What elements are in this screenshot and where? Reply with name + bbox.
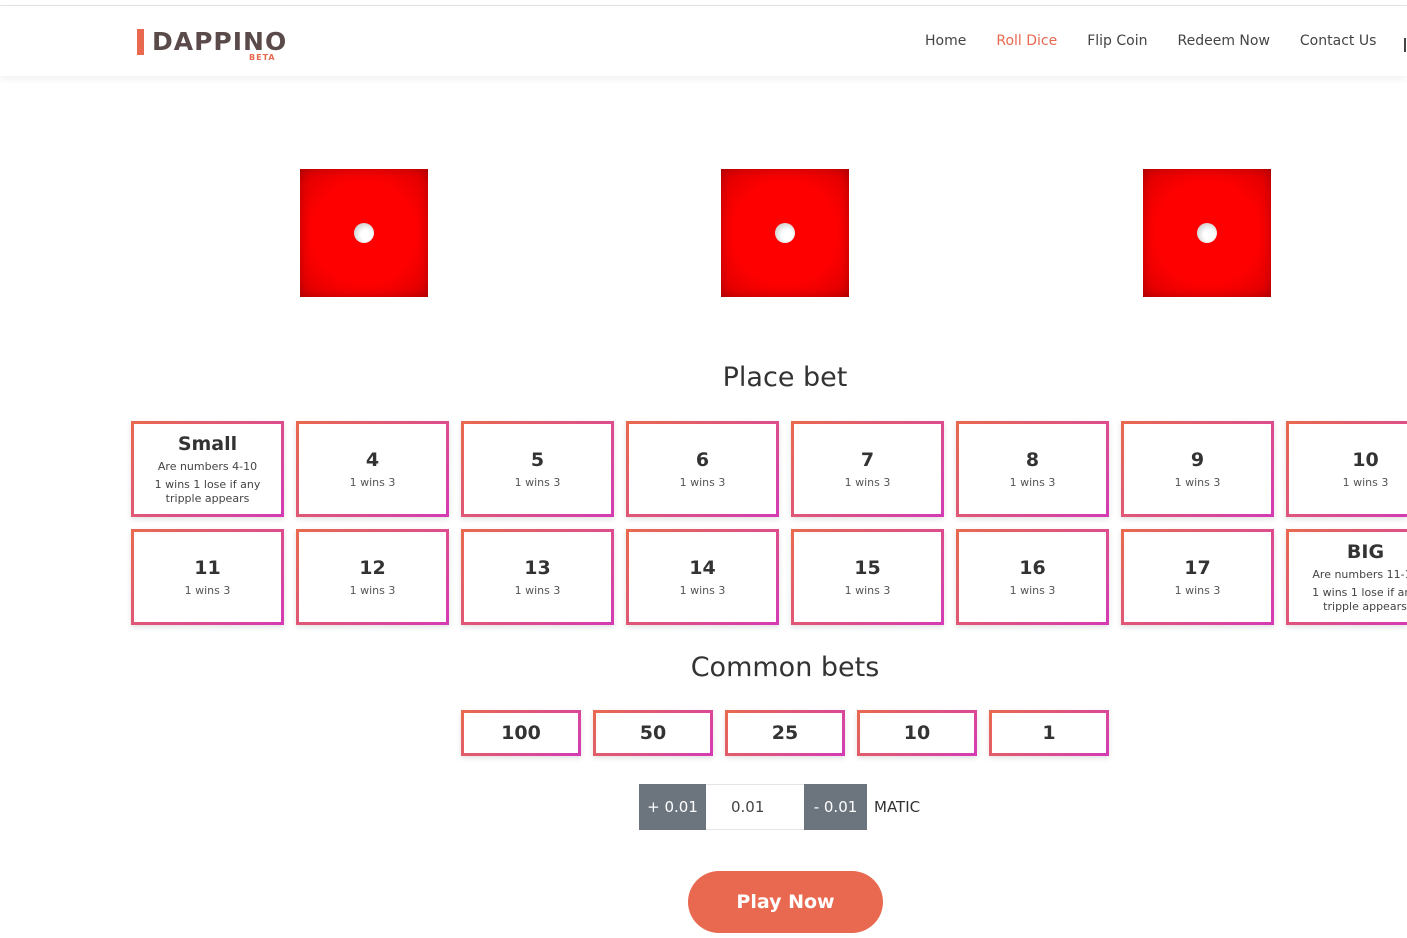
main-nav: Home Roll Dice Flip Coin Redeem Now Cont…	[925, 33, 1406, 49]
bet-label: 11	[194, 557, 221, 579]
bet-payout: 1 wins 3	[1174, 584, 1221, 597]
bet-payout: 1 wins 3	[349, 476, 396, 489]
bet-number-9[interactable]: 9 1 wins 3	[1121, 421, 1274, 517]
brand-name: DAPPINO	[152, 27, 288, 56]
play-now-button[interactable]: Play Now	[688, 871, 883, 933]
bet-payout: 1 wins 3	[1009, 584, 1056, 597]
bet-payout: 1 wins 3	[1342, 476, 1389, 489]
bet-payout: 1 wins 3	[1174, 476, 1221, 489]
bet-label: 5	[530, 449, 545, 471]
bet-payout: 1 wins 3	[1009, 476, 1056, 489]
place-bet-title: Place bet	[722, 362, 848, 393]
die-pip	[775, 223, 795, 243]
bet-number-8[interactable]: 8 1 wins 3	[956, 421, 1109, 517]
bet-payout: 1 wins 3	[679, 584, 726, 597]
bet-payout: 1 wins 3	[184, 584, 231, 597]
bet-description: Are numbers 11-17	[1312, 568, 1407, 581]
bet-label: 7	[860, 449, 875, 471]
common-bet-25[interactable]: 25	[725, 710, 845, 756]
nav-overflow-item[interactable]	[1404, 38, 1406, 52]
bet-label: 8	[1025, 449, 1040, 471]
die-1	[300, 169, 428, 297]
increase-amount-button[interactable]: + 0.01	[639, 784, 706, 830]
bet-number-6[interactable]: 6 1 wins 3	[626, 421, 779, 517]
bet-number-7[interactable]: 7 1 wins 3	[791, 421, 944, 517]
bet-label: 4	[365, 449, 380, 471]
bet-label: 13	[524, 557, 551, 579]
bet-number-13[interactable]: 13 1 wins 3	[461, 529, 614, 625]
bet-number-16[interactable]: 16 1 wins 3	[956, 529, 1109, 625]
bet-number-5[interactable]: 5 1 wins 3	[461, 421, 614, 517]
bet-label: 10	[1352, 449, 1379, 471]
bet-label: 12	[359, 557, 386, 579]
bet-small[interactable]: Small Are numbers 4-10 1 wins 1 lose if …	[131, 421, 284, 517]
nav-flip-coin[interactable]: Flip Coin	[1087, 33, 1147, 49]
bet-label: BIG	[1346, 541, 1385, 563]
bet-label: 15	[854, 557, 881, 579]
bet-label: 9	[1190, 449, 1205, 471]
bet-number-14[interactable]: 14 1 wins 3	[626, 529, 779, 625]
bet-rule: 1 wins 1 lose if any tripple appears	[154, 478, 261, 505]
bet-payout: 1 wins 3	[514, 584, 561, 597]
bet-big[interactable]: BIG Are numbers 11-17 1 wins 1 lose if a…	[1286, 529, 1407, 625]
bet-description: Are numbers 4-10	[157, 460, 258, 473]
bet-payout: 1 wins 3	[844, 584, 891, 597]
die-3	[1143, 169, 1271, 297]
die-pip	[1197, 223, 1217, 243]
bet-number-15[interactable]: 15 1 wins 3	[791, 529, 944, 625]
bet-number-10[interactable]: 10 1 wins 3	[1286, 421, 1407, 517]
logo-bar	[137, 29, 144, 55]
common-bets-title: Common bets	[690, 652, 880, 683]
bet-payout: 1 wins 3	[349, 584, 396, 597]
decrease-amount-button[interactable]: - 0.01	[804, 784, 867, 830]
bet-payout: 1 wins 3	[679, 476, 726, 489]
nav-contact-us[interactable]: Contact Us	[1300, 33, 1376, 49]
bet-payout: 1 wins 3	[844, 476, 891, 489]
die-2	[721, 169, 849, 297]
page: DAPPINO BETA Home Roll Dice Flip Coin Re…	[0, 0, 1407, 938]
common-bet-100[interactable]: 100	[461, 710, 581, 756]
nav-home[interactable]: Home	[925, 33, 966, 49]
nav-redeem-now[interactable]: Redeem Now	[1178, 33, 1270, 49]
bet-number-4[interactable]: 4 1 wins 3	[296, 421, 449, 517]
bet-label: 6	[695, 449, 710, 471]
bet-label: Small	[177, 433, 238, 455]
bet-number-17[interactable]: 17 1 wins 3	[1121, 529, 1274, 625]
common-bet-1[interactable]: 1	[989, 710, 1109, 756]
bet-payout: 1 wins 3	[514, 476, 561, 489]
nav-roll-dice[interactable]: Roll Dice	[996, 33, 1057, 49]
amount-input[interactable]	[706, 784, 804, 830]
beta-tag: BETA	[249, 53, 276, 62]
currency-label: MATIC	[874, 798, 921, 816]
bet-label: 17	[1184, 557, 1211, 579]
bet-rule: 1 wins 1 lose if any tripple appears	[1312, 586, 1407, 613]
common-bet-10[interactable]: 10	[857, 710, 977, 756]
bet-label: 16	[1019, 557, 1046, 579]
top-navbar: DAPPINO BETA Home Roll Dice Flip Coin Re…	[0, 5, 1407, 76]
amount-stepper: + 0.01 - 0.01	[639, 784, 867, 830]
bet-number-11[interactable]: 11 1 wins 3	[131, 529, 284, 625]
bet-number-12[interactable]: 12 1 wins 3	[296, 529, 449, 625]
common-bet-50[interactable]: 50	[593, 710, 713, 756]
bet-label: 14	[689, 557, 716, 579]
die-pip	[354, 223, 374, 243]
